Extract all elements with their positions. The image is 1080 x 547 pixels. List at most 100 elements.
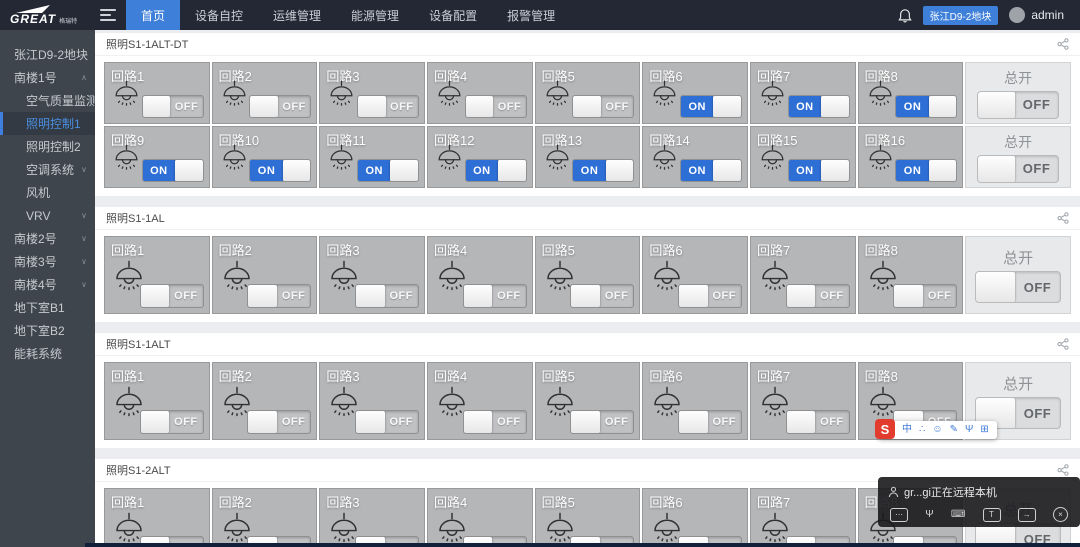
- nav-item[interactable]: 能源管理: [336, 0, 414, 30]
- circuit-toggle[interactable]: OFF: [786, 284, 850, 308]
- sidebar-item[interactable]: VRV∨: [0, 204, 95, 227]
- toggle-handle: [466, 96, 494, 117]
- sidebar-item[interactable]: 南楼1号∧: [0, 66, 95, 89]
- circuit-toggle[interactable]: OFF: [247, 410, 311, 434]
- sidebar-item[interactable]: 地下室B1: [0, 296, 95, 319]
- sidebar-item-label: 地下室B1: [14, 299, 65, 316]
- nav-item[interactable]: 首页: [126, 0, 180, 30]
- circuit-toggle[interactable]: ON: [788, 159, 850, 182]
- circuit-card: 回路4OFF: [427, 62, 533, 124]
- sidebar-item[interactable]: 空气质量监测: [0, 89, 95, 112]
- master-toggle[interactable]: OFF: [975, 271, 1061, 303]
- circuit-toggle[interactable]: OFF: [463, 284, 527, 308]
- share-icon[interactable]: [1057, 338, 1069, 350]
- voice-icon[interactable]: Ψ: [965, 425, 973, 435]
- circuit-card: 回路2OFF: [212, 62, 318, 124]
- notification-bell-icon[interactable]: [898, 8, 912, 23]
- chat-icon[interactable]: ⋯: [890, 508, 908, 522]
- circuit-toggle[interactable]: OFF: [355, 284, 419, 308]
- circuit-toggle[interactable]: OFF: [247, 284, 311, 308]
- logo-text: GREAT: [10, 13, 56, 25]
- chinese-english-icon[interactable]: 中: [902, 425, 912, 435]
- toggle-state-label: ON: [143, 160, 175, 181]
- sidebar-item[interactable]: 南楼4号∨: [0, 273, 95, 296]
- nav-item[interactable]: 运维管理: [258, 0, 336, 30]
- circuit-card: 回路6OFF: [642, 488, 748, 547]
- sogou-logo-icon[interactable]: S: [875, 419, 895, 439]
- circuit-toggle[interactable]: ON: [465, 159, 527, 182]
- microphone-icon[interactable]: Ψ: [925, 510, 933, 520]
- circuit-toggle[interactable]: OFF: [355, 410, 419, 434]
- circuit-toggle[interactable]: OFF: [357, 95, 419, 118]
- sidebar: 张江D9-2地块南楼1号∧空气质量监测照明控制1照明控制2空调系统∨风机VRV∨…: [0, 30, 95, 547]
- circuit-toggle[interactable]: ON: [142, 159, 204, 182]
- circuit-toggle[interactable]: OFF: [140, 284, 204, 308]
- master-toggle[interactable]: OFF: [977, 155, 1059, 183]
- sidebar-item[interactable]: 空调系统∨: [0, 158, 95, 181]
- circuit-label: 回路4: [434, 366, 467, 385]
- username: admin: [1031, 8, 1064, 22]
- circuit-toggle[interactable]: OFF: [572, 95, 634, 118]
- sidebar-item[interactable]: 地下室B2: [0, 319, 95, 342]
- circuit-toggle[interactable]: ON: [572, 159, 634, 182]
- circuit-toggle[interactable]: ON: [249, 159, 311, 182]
- screen: GREAT 格瑞特 首页设备自控运维管理能源管理设备配置报警管理 张江D9-2地…: [0, 0, 1080, 547]
- circuit-toggle[interactable]: ON: [895, 159, 957, 182]
- circuit-label: 回路6: [649, 366, 682, 385]
- gamepad-icon[interactable]: ⌨: [951, 510, 965, 520]
- circuit-toggle[interactable]: ON: [680, 159, 742, 182]
- sidebar-item[interactable]: 南楼3号∨: [0, 250, 95, 273]
- nav-item[interactable]: 设备自控: [180, 0, 258, 30]
- sidebar-item[interactable]: 张江D9-2地块: [0, 43, 95, 66]
- circuit-label: 回路5: [542, 366, 575, 385]
- master-label: 总开: [1004, 68, 1032, 88]
- user-menu[interactable]: admin: [1009, 7, 1064, 23]
- site-badge[interactable]: 张江D9-2地块: [923, 6, 999, 25]
- master-toggle[interactable]: OFF: [977, 91, 1059, 119]
- circuit-toggle[interactable]: ON: [788, 95, 850, 118]
- circuit-toggle[interactable]: OFF: [893, 284, 957, 308]
- toggle-handle: [978, 92, 1015, 118]
- toggle-state-label: OFF: [385, 285, 418, 307]
- sidebar-item-label: 空调系统: [26, 161, 74, 178]
- toggle-state-label: OFF: [601, 96, 633, 117]
- circuit-toggle[interactable]: OFF: [678, 410, 742, 434]
- punctuation-icon[interactable]: ∴: [919, 425, 925, 435]
- toggle-handle: [929, 96, 957, 117]
- sidebar-item[interactable]: 风机: [0, 181, 95, 204]
- circuit-toggle[interactable]: ON: [680, 95, 742, 118]
- handwriting-icon[interactable]: ✎: [950, 425, 958, 435]
- sidebar-item[interactable]: 照明控制2: [0, 135, 95, 158]
- circuit-toggle[interactable]: OFF: [463, 410, 527, 434]
- share-icon[interactable]: [1057, 38, 1069, 50]
- sidebar-item[interactable]: 南楼2号∨: [0, 227, 95, 250]
- text-input-icon[interactable]: T: [983, 508, 1001, 522]
- close-icon[interactable]: ×: [1053, 507, 1068, 522]
- circuit-toggle[interactable]: OFF: [249, 95, 311, 118]
- share-icon[interactable]: [1057, 212, 1069, 224]
- circuit-row: 回路9ON回路10ON回路11ON回路12ON回路13ON回路14ON回路15O…: [104, 126, 1071, 188]
- circuit-toggle[interactable]: OFF: [678, 284, 742, 308]
- toggle-handle: [978, 156, 1015, 182]
- share-icon[interactable]: [1057, 464, 1069, 476]
- circuit-toggle[interactable]: OFF: [570, 284, 634, 308]
- circuit-toggle[interactable]: OFF: [142, 95, 204, 118]
- keyboard-icon[interactable]: ⊞: [980, 425, 988, 435]
- emoji-icon[interactable]: ☺: [932, 425, 942, 435]
- circuit-toggle[interactable]: OFF: [140, 410, 204, 434]
- sidebar-collapse-icon[interactable]: [100, 9, 116, 21]
- circuit-toggle[interactable]: OFF: [786, 410, 850, 434]
- sidebar-item[interactable]: 照明控制1: [0, 112, 95, 135]
- circuit-toggle[interactable]: ON: [895, 95, 957, 118]
- section-body: 回路1OFF回路2OFF回路3OFF回路4OFF回路5OFF回路6OFF回路7O…: [95, 230, 1080, 322]
- circuit-toggle[interactable]: OFF: [570, 410, 634, 434]
- circuit-label: 回路1: [111, 492, 144, 511]
- circuit-toggle[interactable]: OFF: [465, 95, 527, 118]
- toggle-state-label: OFF: [1015, 156, 1058, 182]
- file-transfer-icon[interactable]: →: [1018, 508, 1036, 522]
- nav-item[interactable]: 设备配置: [414, 0, 492, 30]
- nav-item[interactable]: 报警管理: [492, 0, 570, 30]
- sidebar-item[interactable]: 能耗系统: [0, 342, 95, 365]
- pendant-lamp-icon: [648, 142, 681, 178]
- circuit-toggle[interactable]: ON: [357, 159, 419, 182]
